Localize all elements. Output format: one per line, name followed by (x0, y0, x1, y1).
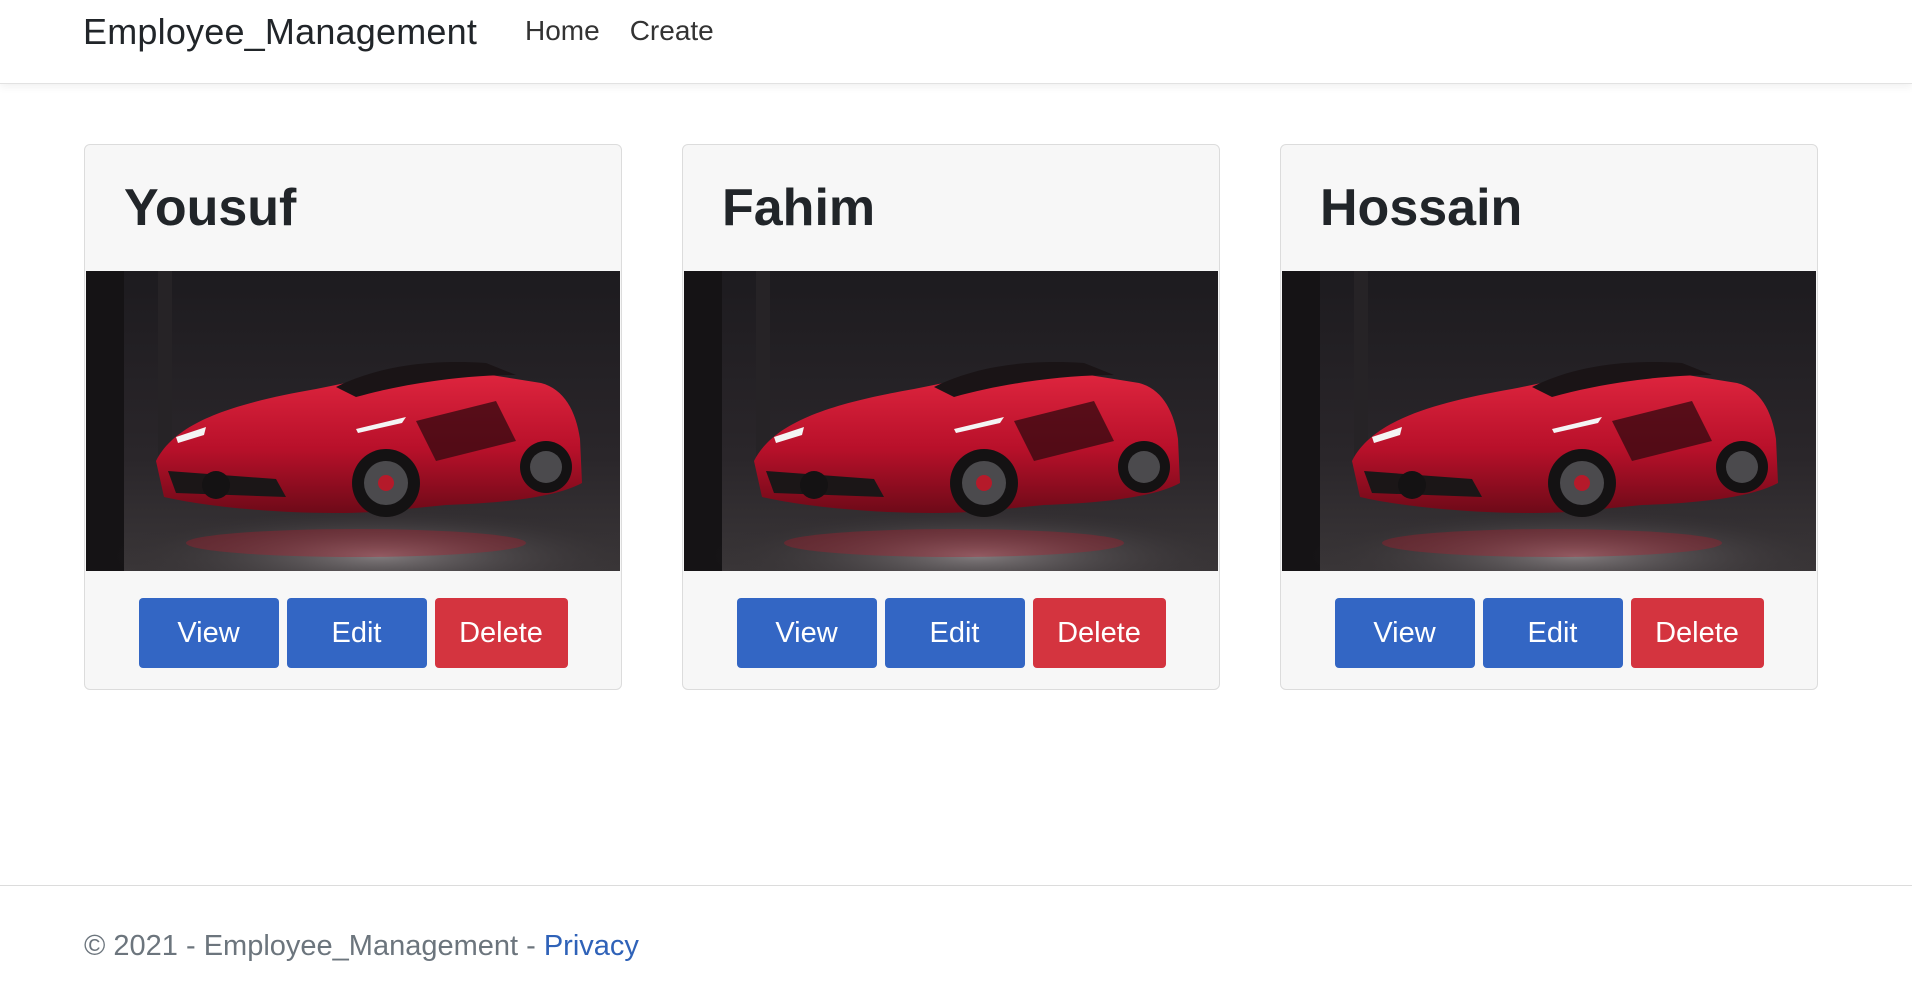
edit-button[interactable]: Edit (286, 598, 427, 668)
employee-card: Yousuf View Edit Delete (84, 144, 622, 690)
edit-button[interactable]: Edit (1482, 598, 1623, 668)
employee-name: Hossain (1320, 179, 1523, 237)
card-actions: View Edit Delete (683, 598, 1219, 668)
card-actions: View Edit Delete (85, 598, 621, 668)
edit-button[interactable]: Edit (884, 598, 1025, 668)
view-button[interactable]: View (138, 598, 279, 668)
nav-link-home[interactable]: Home (525, 12, 600, 50)
copyright-text: © 2021 - Employee_Management - (84, 930, 544, 962)
employee-photo (86, 271, 620, 571)
footer-text: © 2021 - Employee_Management - Privacy (84, 928, 639, 964)
employee-photo (1282, 271, 1816, 571)
employee-photo (684, 271, 1218, 571)
navbar: Employee_Management Home Create (0, 0, 1912, 84)
employee-name: Fahim (722, 179, 876, 237)
footer: © 2021 - Employee_Management - Privacy (0, 885, 1912, 998)
card-header: Yousuf (85, 145, 621, 271)
delete-button[interactable]: Delete (434, 598, 568, 668)
delete-button[interactable]: Delete (1630, 598, 1764, 668)
delete-button[interactable]: Delete (1032, 598, 1166, 668)
card-header: Fahim (683, 145, 1219, 271)
brand-link[interactable]: Employee_Management (83, 8, 477, 56)
card-actions: View Edit Delete (1281, 598, 1817, 668)
card-header: Hossain (1281, 145, 1817, 271)
nav-link-create[interactable]: Create (630, 12, 714, 50)
view-button[interactable]: View (736, 598, 877, 668)
employee-card: Fahim View Edit Delete (682, 144, 1220, 690)
employee-name: Yousuf (124, 179, 297, 237)
employee-card: Hossain View Edit Delete (1280, 144, 1818, 690)
employee-card-list: Yousuf View Edit Delete Fahim View Edit … (84, 144, 1818, 690)
nav-links: Home Create (525, 12, 714, 50)
privacy-link[interactable]: Privacy (544, 930, 639, 962)
view-button[interactable]: View (1334, 598, 1475, 668)
